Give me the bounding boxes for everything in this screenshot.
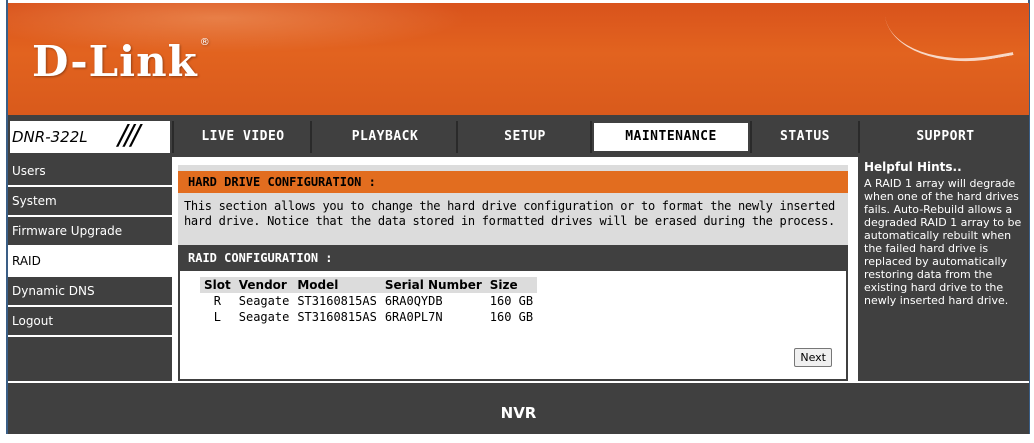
model-label: DNR-322L ///	[10, 121, 170, 153]
table-header-row: Slot Vendor Model Serial Number Size	[200, 277, 538, 293]
tab-maintenance[interactable]: MAINTENANCE	[592, 121, 750, 153]
model-slashes: ///	[118, 121, 140, 151]
header-model: Model	[293, 277, 381, 293]
sidebar-item-system[interactable]: System	[8, 187, 172, 217]
cell-serial: 6RA0PL7N	[384, 310, 443, 324]
cell-slot: L	[213, 310, 221, 324]
cell-model: ST3160815AS	[297, 310, 377, 324]
tab-support[interactable]: SUPPORT	[862, 121, 1029, 153]
next-button[interactable]: Next	[794, 348, 832, 367]
raid-table: Slot Vendor Model Serial Number Size R S…	[200, 277, 538, 325]
hard-drive-section: HARD DRIVE CONFIGURATION : This section …	[178, 165, 848, 245]
sidebar-item-dynamic-dns[interactable]: Dynamic DNS	[8, 277, 172, 307]
sidebar-item-firmware-upgrade[interactable]: Firmware Upgrade	[8, 217, 172, 247]
hard-drive-description: This section allows you to change the ha…	[178, 193, 848, 229]
raid-title: RAID CONFIGURATION :	[180, 245, 846, 271]
tab-playback[interactable]: PLAYBACK	[314, 121, 456, 153]
cell-vendor: Seagate	[238, 310, 290, 324]
cell-slot: R	[213, 294, 221, 308]
sidebar: Users System Firmware Upgrade RAID Dynam…	[8, 157, 172, 381]
header-size: Size	[485, 277, 538, 293]
sidebar-item-logout[interactable]: Logout	[8, 307, 172, 337]
footer: NVR	[8, 383, 1029, 434]
dlink-logo: D-Link ®	[32, 37, 211, 86]
hints-title: Helpful Hints..	[864, 160, 962, 174]
hints-text: A RAID 1 array will degrade when one of …	[864, 177, 1022, 307]
header-banner: D-Link ®	[8, 3, 1029, 115]
description-line: hard drive. Notice that the data stored …	[184, 214, 835, 228]
top-nav: DNR-322L /// LIVE VIDEO PLAYBACK SETUP M…	[8, 115, 1029, 157]
tab-status[interactable]: STATUS	[754, 121, 856, 153]
helpful-hints-panel: Helpful Hints.. A RAID 1 array will degr…	[858, 157, 1029, 381]
sidebar-item-users[interactable]: Users	[8, 157, 172, 187]
cell-vendor: Seagate	[238, 294, 290, 308]
cell-serial: 6RA0QYDB	[384, 294, 443, 308]
tab-setup[interactable]: SETUP	[460, 121, 590, 153]
raid-section: RAID CONFIGURATION : Slot Vendor Model S…	[178, 245, 848, 381]
header-slot: Slot	[200, 277, 235, 293]
description-line: This section allows you to change the ha…	[184, 199, 835, 213]
cell-size: 160 GB	[489, 294, 534, 308]
swoosh-decoration	[884, 3, 1014, 76]
cell-model: ST3160815AS	[297, 294, 377, 308]
model-name: DNR-322L	[12, 128, 88, 146]
footer-label: NVR	[500, 404, 537, 422]
main-content: HARD DRIVE CONFIGURATION : This section …	[172, 157, 858, 381]
cell-size: 160 GB	[489, 310, 534, 324]
table-row: L Seagate ST3160815AS 6RA0PL7N 160 GB	[200, 309, 537, 325]
header-serial-number: Serial Number	[380, 277, 486, 293]
header-vendor: Vendor	[234, 277, 294, 293]
sidebar-item-raid[interactable]: RAID	[8, 247, 172, 277]
tab-live-video[interactable]: LIVE VIDEO	[176, 121, 310, 153]
hard-drive-title: HARD DRIVE CONFIGURATION :	[178, 171, 848, 193]
table-row: R Seagate ST3160815AS 6RA0QYDB 160 GB	[200, 293, 537, 309]
